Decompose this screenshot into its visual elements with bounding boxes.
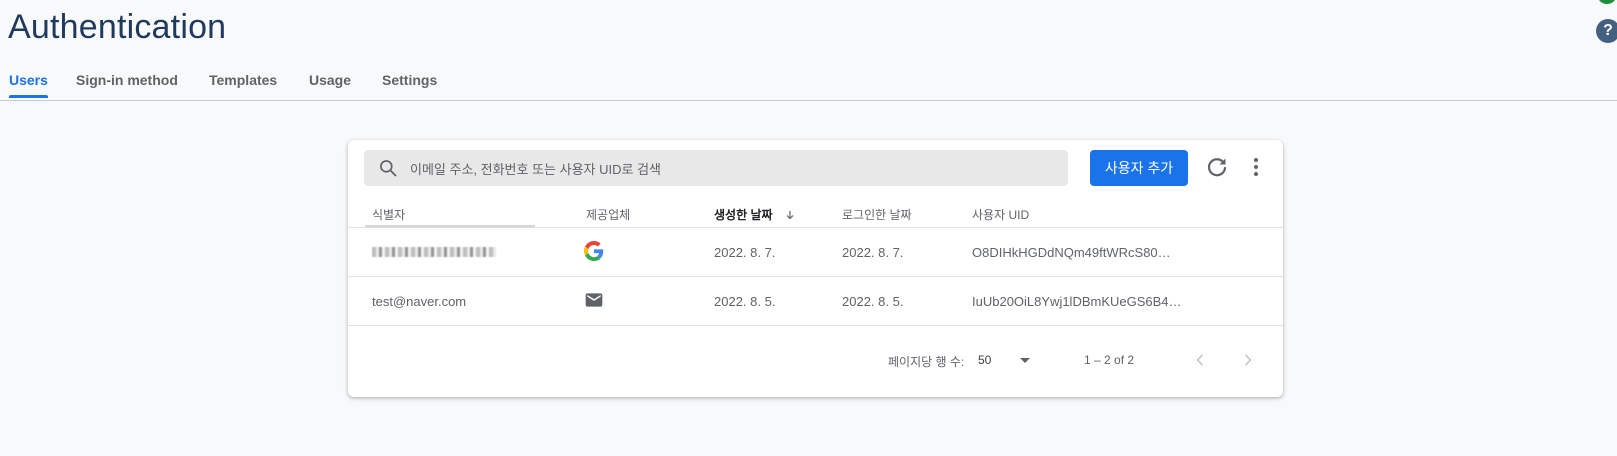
redacted-identifier	[372, 247, 496, 257]
column-header-uid[interactable]: 사용자 UID	[972, 206, 1029, 223]
tab-bar: Users Sign-in method Templates Usage Set…	[0, 70, 1617, 101]
tab-sign-in-method[interactable]: Sign-in method	[76, 72, 178, 95]
chevron-left-icon[interactable]	[1190, 350, 1210, 370]
tab-templates[interactable]: Templates	[209, 72, 277, 95]
signed-in-date: 2022. 8. 5.	[842, 294, 904, 309]
column-divider	[365, 225, 535, 227]
chevron-right-icon[interactable]	[1238, 350, 1258, 370]
column-header-identifier[interactable]: 식별자	[372, 206, 405, 223]
sort-down-icon	[786, 211, 794, 220]
column-header-created[interactable]: 생성한 날짜	[714, 206, 796, 223]
user-uid: IuUb20OiL8Ywj1lDBmKUeGS6B4b2	[972, 294, 1182, 309]
pagination-bar: 페이지당 행 수: 50 1 – 2 of 2	[348, 340, 1283, 380]
table-row[interactable]: test@naver.com 2022. 8. 5. 2022. 8. 5. I…	[348, 277, 1283, 326]
table-header: 식별자 제공업체 생성한 날짜 로그인한 날짜 사용자 UID	[348, 196, 1283, 228]
rows-per-page-label: 페이지당 행 수:	[888, 355, 965, 369]
account-avatar[interactable]	[1597, 0, 1617, 4]
search-icon	[380, 160, 397, 177]
column-header-provider[interactable]: 제공업체	[586, 206, 630, 223]
more-vert-icon[interactable]	[1244, 155, 1268, 179]
add-user-button[interactable]: 사용자 추가	[1090, 150, 1188, 186]
tab-usage[interactable]: Usage	[309, 72, 351, 95]
column-header-created-label: 생성한 날짜	[714, 208, 773, 222]
pagination-range: 1 – 2 of 2	[1084, 353, 1135, 367]
tab-users[interactable]: Users	[9, 72, 48, 98]
column-header-signed-in[interactable]: 로그인한 날짜	[842, 206, 912, 223]
search-input[interactable]	[408, 150, 1062, 188]
mail-icon	[585, 293, 603, 307]
created-date: 2022. 8. 5.	[714, 294, 776, 309]
signed-in-date: 2022. 8. 7.	[842, 245, 904, 260]
users-table-card: 사용자 추가 식별자 제공업체 생성한 날짜 로그인한 날짜 사용자 UID 2…	[348, 140, 1283, 397]
identifier: test@naver.com	[372, 294, 467, 309]
google-icon	[584, 241, 604, 261]
help-icon[interactable]: ?	[1596, 19, 1617, 43]
refresh-icon[interactable]	[1205, 155, 1229, 179]
created-date: 2022. 8. 7.	[714, 245, 776, 260]
chevron-down-icon[interactable]	[1020, 356, 1030, 366]
user-uid: O8DIHkHGDdNQm49ftWRcS80WF…	[972, 245, 1182, 260]
table-row[interactable]: 2022. 8. 7. 2022. 8. 7. O8DIHkHGDdNQm49f…	[348, 228, 1283, 277]
rows-per-page-value: 50	[978, 353, 992, 367]
search-bar	[364, 150, 1068, 188]
page-title: Authentication	[8, 8, 227, 46]
tab-settings[interactable]: Settings	[382, 72, 437, 95]
